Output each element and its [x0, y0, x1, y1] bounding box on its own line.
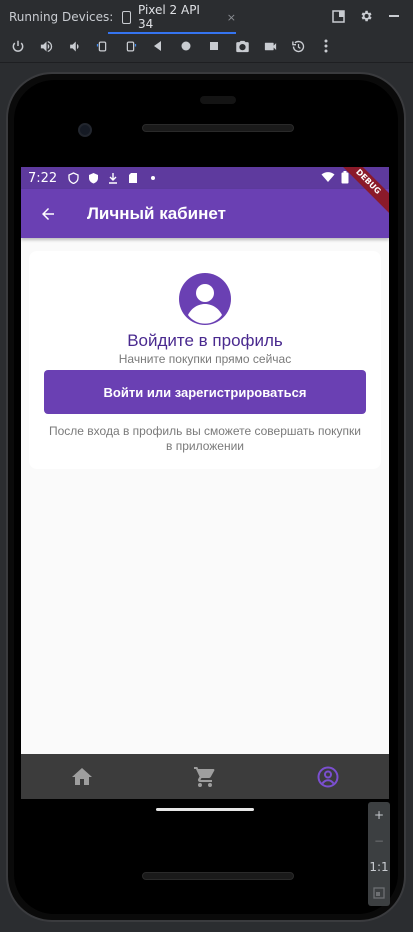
device-tab[interactable]: Pixel 2 API 34 × — [108, 0, 236, 34]
fit-screen-icon[interactable] — [368, 880, 390, 906]
zoom-controls: + − 1:1 — [368, 802, 390, 906]
status-bar: 7:22 — [21, 167, 389, 189]
protect-icon — [87, 172, 99, 184]
app-bar: Личный кабинет — [21, 189, 389, 238]
volume-down-icon[interactable] — [66, 38, 82, 54]
login-heading: Войдите в профиль — [127, 331, 283, 350]
back-nav-icon[interactable] — [150, 38, 166, 54]
cart-icon[interactable] — [192, 764, 218, 790]
gesture-bar[interactable] — [156, 808, 254, 811]
account-avatar-icon — [179, 273, 231, 325]
battery-icon — [341, 171, 349, 188]
device-screen[interactable]: 7:22 Личный кабинет DEBUG Войдите в проф… — [21, 167, 389, 799]
close-tab-icon[interactable]: × — [227, 11, 236, 24]
home-nav-icon[interactable] — [178, 38, 194, 54]
earpiece-speaker — [142, 124, 294, 132]
layout-icon[interactable] — [331, 9, 345, 23]
login-note: После входа в профиль вы сможете соверша… — [49, 424, 362, 453]
phone-icon — [122, 10, 131, 24]
rotate-left-icon[interactable] — [94, 38, 110, 54]
status-time: 7:22 — [28, 170, 58, 186]
page-title: Личный кабинет — [87, 203, 226, 223]
zoom-in-button[interactable]: + — [368, 802, 390, 828]
shield-icon — [67, 172, 79, 184]
login-register-button[interactable]: Войти или зарегистрироваться — [44, 370, 366, 414]
sensor-bar — [200, 96, 236, 104]
volume-up-icon[interactable] — [38, 38, 54, 54]
account-icon[interactable] — [315, 764, 341, 790]
home-icon[interactable] — [69, 764, 95, 790]
ide-tab-bar: Running Devices: Pixel 2 API 34 × — [0, 0, 413, 34]
bottom-speaker — [142, 872, 294, 880]
more-options-icon[interactable] — [318, 38, 334, 54]
power-icon[interactable] — [10, 38, 26, 54]
emulator-window: Running Devices: Pixel 2 API 34 × 7:22 Л… — [0, 0, 413, 932]
bottom-navigation — [21, 754, 389, 799]
sd-card-icon — [127, 172, 139, 184]
minimize-icon[interactable] — [387, 9, 401, 23]
login-subheading: Начните покупки прямо сейчас — [118, 352, 292, 366]
emulator-toolbar — [0, 34, 413, 58]
zoom-out-button[interactable]: − — [368, 828, 390, 854]
snapshot-icon[interactable] — [290, 38, 306, 54]
toolbar-divider — [0, 62, 413, 63]
window-controls — [331, 9, 401, 23]
actual-size-button[interactable]: 1:1 — [368, 854, 390, 880]
front-camera — [78, 123, 92, 137]
overview-nav-icon[interactable] — [206, 38, 222, 54]
back-arrow-icon[interactable] — [37, 203, 59, 225]
dot-icon — [147, 172, 159, 184]
login-card: Войдите в профиль Начните покупки прямо … — [29, 251, 381, 469]
record-icon[interactable] — [262, 38, 278, 54]
download-icon — [107, 172, 119, 184]
running-devices-label: Running Devices: — [9, 10, 114, 24]
screenshot-icon[interactable] — [234, 38, 250, 54]
wifi-icon — [321, 171, 335, 188]
gear-icon[interactable] — [359, 9, 373, 23]
status-right-icons — [321, 171, 349, 188]
rotate-right-icon[interactable] — [122, 38, 138, 54]
device-tab-label: Pixel 2 API 34 — [137, 3, 200, 31]
